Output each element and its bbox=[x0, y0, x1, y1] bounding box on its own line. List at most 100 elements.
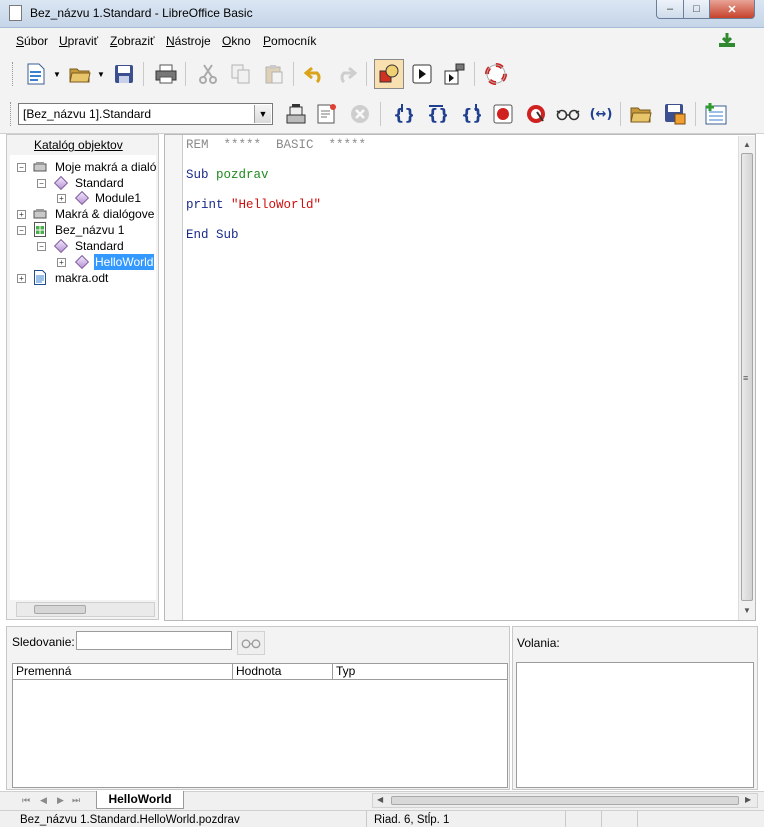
toolbar-separator bbox=[620, 102, 621, 126]
status-bar: Bez_názvu 1.Standard.HelloWorld.pozdrav … bbox=[0, 810, 764, 827]
new-document-icon[interactable] bbox=[24, 62, 48, 86]
menu-bar: Súbor Upraviť Zobraziť Nástroje Okno Pom… bbox=[0, 28, 764, 54]
tree-item[interactable]: Module1 bbox=[95, 190, 141, 206]
text-doc-icon bbox=[34, 270, 46, 285]
code-keyword: Sub bbox=[186, 168, 217, 182]
previous-tab-icon[interactable]: ◀ bbox=[40, 795, 47, 806]
toolbar-grip[interactable] bbox=[10, 102, 13, 126]
tree-item[interactable]: makra.odt bbox=[55, 270, 108, 286]
status-separator bbox=[565, 811, 566, 827]
toolbar-separator bbox=[380, 102, 381, 126]
tab-helloworld[interactable]: HelloWorld bbox=[96, 791, 184, 809]
collapse-icon[interactable]: − bbox=[37, 179, 46, 188]
update-download-icon[interactable] bbox=[718, 32, 736, 48]
step-out-icon[interactable]: {} bbox=[458, 102, 482, 126]
scroll-down-icon[interactable]: ▼ bbox=[743, 606, 751, 615]
open-icon[interactable] bbox=[68, 62, 92, 86]
compile-icon[interactable] bbox=[284, 102, 308, 126]
maximize-button[interactable]: □ bbox=[683, 0, 710, 19]
object-bar-icon[interactable] bbox=[443, 62, 467, 86]
column-header-variable[interactable]: Premenná bbox=[13, 664, 233, 680]
watch-label: Sledovanie: bbox=[12, 635, 75, 649]
scroll-right-icon[interactable]: ▶ bbox=[745, 795, 751, 804]
collapse-icon[interactable]: − bbox=[17, 163, 26, 172]
toolbar-grip[interactable] bbox=[12, 62, 15, 86]
library-diamond-icon bbox=[53, 175, 69, 191]
scrollbar-thumb[interactable] bbox=[34, 605, 86, 614]
print-icon[interactable] bbox=[154, 62, 178, 86]
library-select-value: [Bez_názvu 1].Standard bbox=[23, 107, 152, 121]
watch-input[interactable] bbox=[76, 631, 232, 650]
open-dropdown-icon[interactable]: ▼ bbox=[94, 62, 108, 86]
first-tab-icon[interactable]: ⏮ bbox=[22, 795, 30, 806]
insert-controls-icon[interactable] bbox=[374, 59, 404, 89]
menu-tools[interactable]: Nástroje bbox=[166, 34, 211, 48]
stop-icon[interactable] bbox=[348, 102, 372, 126]
column-header-type[interactable]: Typ bbox=[333, 664, 507, 680]
manage-breakpoints-icon[interactable] bbox=[524, 102, 548, 126]
column-header-value[interactable]: Hodnota bbox=[233, 664, 333, 680]
breakpoint-gutter[interactable] bbox=[165, 135, 183, 620]
calls-list[interactable] bbox=[516, 662, 754, 788]
step-over-icon[interactable]: {} bbox=[424, 102, 448, 126]
remove-watch-button[interactable] bbox=[237, 631, 265, 655]
collapse-icon[interactable]: − bbox=[17, 226, 26, 235]
save-basic-icon[interactable] bbox=[663, 102, 687, 126]
step-into-icon[interactable]: {} bbox=[390, 102, 414, 126]
copy-icon[interactable] bbox=[229, 62, 253, 86]
insert-module-icon[interactable] bbox=[704, 102, 728, 126]
run-basic-icon[interactable] bbox=[315, 102, 339, 126]
scroll-left-icon[interactable]: ◀ bbox=[377, 795, 383, 804]
expand-icon[interactable]: + bbox=[17, 274, 26, 283]
toolbar-separator bbox=[293, 62, 294, 86]
tree-item-selected[interactable]: HelloWorld bbox=[94, 254, 155, 270]
editor-vertical-scrollbar[interactable]: ▲ ≡ ▼ bbox=[738, 136, 755, 620]
cut-icon[interactable] bbox=[196, 62, 220, 86]
svg-text:{}: {} bbox=[461, 105, 481, 124]
close-button[interactable]: ✕ bbox=[709, 0, 755, 19]
chevron-down-icon[interactable]: ▼ bbox=[254, 105, 271, 123]
tree-item[interactable]: Standard bbox=[75, 238, 124, 254]
spreadsheet-doc-icon bbox=[34, 222, 46, 237]
catalog-horizontal-scrollbar[interactable] bbox=[16, 602, 155, 617]
library-diamond-icon bbox=[53, 238, 69, 254]
undo-icon[interactable] bbox=[303, 62, 327, 86]
menu-file[interactable]: Súbor bbox=[16, 34, 48, 48]
last-tab-icon[interactable]: ⏭ bbox=[72, 795, 80, 806]
new-dropdown-icon[interactable]: ▼ bbox=[50, 62, 64, 86]
code-line: Sub pozdrav bbox=[186, 168, 269, 182]
paste-icon[interactable] bbox=[262, 62, 286, 86]
menu-edit[interactable]: Upraviť bbox=[59, 34, 98, 48]
watch-glasses-icon[interactable] bbox=[556, 102, 580, 126]
toolbar-separator bbox=[366, 62, 367, 86]
toolbar-separator bbox=[695, 102, 696, 126]
expand-icon[interactable]: + bbox=[17, 210, 26, 219]
open-folder-icon[interactable] bbox=[629, 102, 653, 126]
save-icon[interactable] bbox=[112, 62, 136, 86]
collapse-icon[interactable]: − bbox=[37, 242, 46, 251]
editor-horizontal-scrollbar[interactable]: ◀ ▶ bbox=[372, 793, 758, 808]
library-select[interactable]: [Bez_názvu 1].Standard ▼ bbox=[18, 103, 273, 125]
tree-item[interactable]: Standard bbox=[75, 175, 124, 191]
expand-icon[interactable]: + bbox=[57, 258, 66, 267]
scroll-up-icon[interactable]: ▲ bbox=[743, 140, 751, 149]
tree-item[interactable]: Moje makrá a dialóg bbox=[55, 159, 156, 175]
svg-text:{}: {} bbox=[427, 105, 447, 124]
tree-item[interactable]: Bez_názvu 1 bbox=[55, 222, 124, 238]
standard-toolbar: ▼ ▼ bbox=[0, 54, 764, 94]
expand-icon[interactable]: + bbox=[57, 194, 66, 203]
grip-icon: ≡ bbox=[743, 373, 749, 383]
help-lifebuoy-icon[interactable] bbox=[484, 62, 508, 86]
menu-window[interactable]: Okno bbox=[222, 34, 251, 48]
watch-table[interactable]: Premenná Hodnota Typ bbox=[12, 663, 508, 788]
redo-icon[interactable] bbox=[334, 62, 358, 86]
breakpoint-icon[interactable] bbox=[491, 102, 515, 126]
next-tab-icon[interactable]: ▶ bbox=[57, 795, 64, 806]
minimize-button[interactable]: – bbox=[656, 0, 684, 19]
find-parentheses-icon[interactable]: (↔) bbox=[589, 102, 613, 126]
tree-item[interactable]: Makrá & dialógove bbox=[55, 206, 154, 222]
scrollbar-thumb[interactable] bbox=[391, 796, 739, 805]
run-icon[interactable] bbox=[410, 62, 434, 86]
menu-help[interactable]: Pomocník bbox=[263, 34, 316, 48]
menu-view[interactable]: Zobraziť bbox=[110, 34, 155, 48]
